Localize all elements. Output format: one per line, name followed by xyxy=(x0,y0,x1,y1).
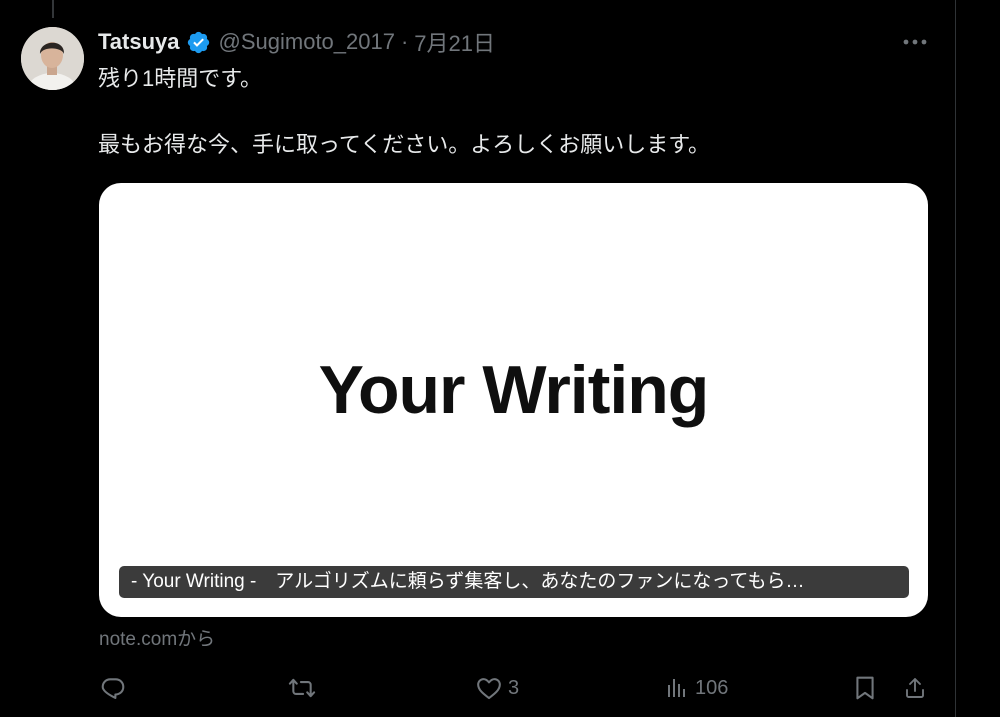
views-chart-icon xyxy=(668,679,685,697)
like-button[interactable]: 3 xyxy=(476,666,519,710)
bookmark-button[interactable] xyxy=(854,666,876,710)
bookmark-icon xyxy=(856,676,874,700)
thread-line xyxy=(52,0,54,18)
tweet-date[interactable]: 7月21日 xyxy=(414,26,495,58)
views-count: 106 xyxy=(695,676,729,699)
tweet-text-line: 残り1時間です。 xyxy=(98,66,263,91)
like-count: 3 xyxy=(508,676,520,699)
share-button[interactable] xyxy=(903,666,927,710)
more-dots-icon xyxy=(903,39,927,45)
heart-icon xyxy=(477,678,501,700)
tweet-text-line: 最もお得な今、手に取ってください。よろしくお願いします。 xyxy=(98,132,711,157)
separator-dot: · xyxy=(400,29,409,54)
tweet-header: Tatsuya @Sugimoto_2017 · 7月21日 xyxy=(98,26,495,58)
reply-button[interactable] xyxy=(100,666,132,710)
tweet-text: 残り1時間です。 最もお得な今、手に取ってください。よろしくお願いします。 xyxy=(98,62,938,161)
retweet-icon xyxy=(288,678,316,698)
views-button[interactable]: 106 xyxy=(665,666,728,710)
action-bar: 3 106 xyxy=(0,666,955,710)
column-border xyxy=(955,0,956,717)
link-card[interactable]: Your Writing xyxy=(99,183,928,617)
author-handle[interactable]: @Sugimoto_2017 xyxy=(219,29,395,55)
more-options-button[interactable] xyxy=(900,30,930,54)
avatar[interactable] xyxy=(21,27,84,90)
card-caption[interactable]: - Your Writing - アルゴリズムに頼らず集客し、あなたのファンにな… xyxy=(119,566,909,598)
card-source[interactable]: note.comから xyxy=(99,624,215,651)
retweet-button[interactable] xyxy=(287,666,323,710)
verified-badge-icon xyxy=(186,30,211,55)
tweet-text-spacer xyxy=(98,95,938,128)
author-display-name[interactable]: Tatsuya xyxy=(98,29,180,55)
reply-icon xyxy=(101,678,125,699)
card-image-title: Your Writing xyxy=(318,352,710,428)
share-icon xyxy=(906,678,924,698)
